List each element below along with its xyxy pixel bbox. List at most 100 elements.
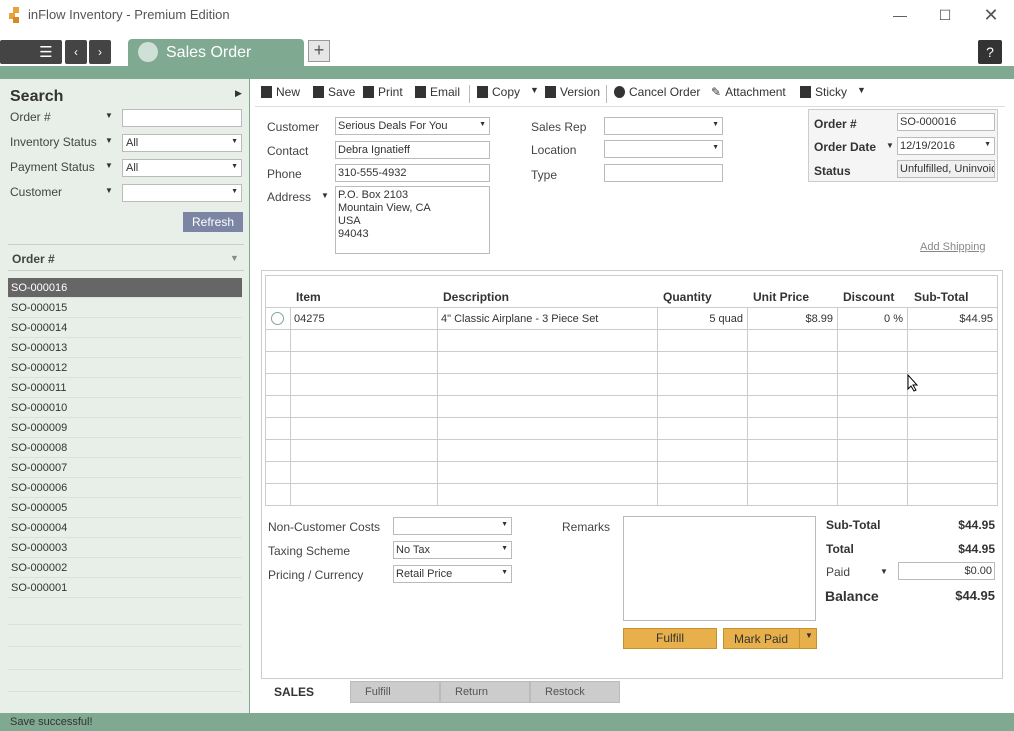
- back-button[interactable]: ‹: [65, 40, 87, 64]
- sticky-dropdown-icon[interactable]: ▼: [857, 85, 866, 95]
- inventory-status-select[interactable]: All ▼: [122, 134, 242, 152]
- taxing-scheme-select[interactable]: No Tax ▼: [393, 541, 512, 559]
- status-message: Save successful!: [10, 716, 93, 728]
- pricing-currency-select[interactable]: Retail Price ▼: [393, 565, 512, 583]
- address-caret-icon[interactable]: ▼: [321, 191, 329, 200]
- copy-dropdown-icon[interactable]: ▼: [530, 85, 539, 95]
- pricing-currency-label: Pricing / Currency: [268, 568, 364, 582]
- cell-quantity[interactable]: 5 quad: [661, 313, 743, 325]
- column-header-unit-price[interactable]: Unit Price: [753, 290, 809, 304]
- add-shipping-link[interactable]: Add Shipping: [920, 241, 985, 253]
- mark-paid-dropdown-icon[interactable]: ▼: [805, 631, 813, 640]
- collapse-panel-icon[interactable]: ▶: [235, 88, 242, 99]
- list-item[interactable]: SO-000015: [8, 298, 242, 318]
- list-item[interactable]: SO-000003: [8, 538, 242, 558]
- order-list-header[interactable]: Order # ▼: [8, 244, 244, 271]
- date-caret-icon[interactable]: ▼: [886, 141, 894, 150]
- list-item[interactable]: SO-000004: [8, 518, 242, 538]
- remarks-textarea[interactable]: [623, 516, 816, 621]
- taxing-scheme-value: No Tax: [396, 544, 431, 556]
- column-header-description[interactable]: Description: [443, 290, 509, 304]
- paid-input[interactable]: $0.00: [898, 562, 995, 580]
- caret-down-icon[interactable]: ▼: [105, 161, 113, 170]
- payment-status-select[interactable]: All ▼: [122, 159, 242, 177]
- mark-paid-button[interactable]: Mark Paid ▼: [723, 628, 817, 649]
- help-button[interactable]: ?: [978, 40, 1002, 64]
- list-item[interactable]: SO-000016: [8, 278, 242, 298]
- order-number-input[interactable]: [122, 109, 242, 127]
- order-number-label: Order #: [814, 117, 857, 131]
- subtotal-label: Sub-Total: [826, 518, 881, 532]
- column-header-quantity[interactable]: Quantity: [663, 290, 712, 304]
- filter-label-payment-status: Payment Status: [10, 160, 95, 174]
- new-document-icon: [261, 86, 272, 98]
- cell-description[interactable]: 4" Classic Airplane - 3 Piece Set: [441, 313, 598, 325]
- maximize-button[interactable]: ☐: [922, 0, 968, 30]
- hamburger-icon: ☰: [39, 44, 53, 61]
- tab-sales[interactable]: SALES: [262, 681, 350, 703]
- tab-fulfill[interactable]: Fulfill: [350, 681, 440, 703]
- list-item[interactable]: SO-000002: [8, 558, 242, 578]
- customer-filter-select[interactable]: ▼: [122, 184, 242, 202]
- caret-down-icon[interactable]: ▼: [105, 136, 113, 145]
- chevron-right-icon: ›: [98, 45, 102, 59]
- sales-rep-select[interactable]: ▼: [604, 117, 723, 135]
- list-item[interactable]: SO-000006: [8, 478, 242, 498]
- non-customer-costs-select[interactable]: ▼: [393, 517, 512, 535]
- paid-caret-icon[interactable]: ▼: [880, 567, 888, 576]
- order-list-header-label: Order #: [12, 252, 55, 266]
- list-item[interactable]: SO-000001: [8, 578, 242, 598]
- print-label: Print: [378, 85, 403, 99]
- cell-unit-price[interactable]: $8.99: [751, 313, 833, 325]
- save-button[interactable]: Save: [313, 85, 355, 99]
- type-input[interactable]: [604, 164, 723, 182]
- dropdown-arrow-icon: ▼: [479, 121, 486, 128]
- cell-item[interactable]: 04275: [294, 313, 325, 325]
- forward-button[interactable]: ›: [89, 40, 111, 64]
- close-button[interactable]: ✕: [968, 0, 1014, 30]
- tab-restock[interactable]: Restock: [530, 681, 620, 703]
- print-button[interactable]: Print: [363, 85, 403, 99]
- email-button[interactable]: Email: [415, 85, 460, 99]
- version-button[interactable]: Version: [545, 85, 600, 99]
- add-tab-button[interactable]: +: [308, 40, 330, 62]
- column-header-item[interactable]: Item: [296, 290, 321, 304]
- column-header-discount[interactable]: Discount: [843, 290, 894, 304]
- list-item[interactable]: SO-000009: [8, 418, 242, 438]
- order-date-picker[interactable]: 12/19/2016 ▼: [897, 137, 995, 155]
- customer-select[interactable]: Serious Deals For You ▼: [335, 117, 490, 135]
- copy-button[interactable]: Copy: [477, 85, 520, 99]
- tab-return[interactable]: Return: [440, 681, 530, 703]
- location-select[interactable]: ▼: [604, 140, 723, 158]
- caret-down-icon[interactable]: ▼: [105, 111, 113, 120]
- dropdown-arrow-icon: ▼: [231, 163, 238, 170]
- list-item[interactable]: SO-000013: [8, 338, 242, 358]
- menu-button[interactable]: ☰: [0, 40, 62, 64]
- refresh-button[interactable]: Refresh: [183, 212, 243, 232]
- list-item[interactable]: SO-000010: [8, 398, 242, 418]
- list-item[interactable]: SO-000012: [8, 358, 242, 378]
- attachment-button[interactable]: ✎ Attachment: [711, 85, 786, 99]
- column-header-subtotal[interactable]: Sub-Total: [914, 290, 968, 304]
- list-item[interactable]: SO-000014: [8, 318, 242, 338]
- contact-input[interactable]: Debra Ignatieff: [335, 141, 490, 159]
- fulfill-button[interactable]: Fulfill: [623, 628, 717, 649]
- phone-input[interactable]: 310-555-4932: [335, 164, 490, 182]
- list-item[interactable]: SO-000005: [8, 498, 242, 518]
- list-item[interactable]: SO-000007: [8, 458, 242, 478]
- new-button[interactable]: New: [261, 85, 300, 99]
- list-item[interactable]: SO-000011: [8, 378, 242, 398]
- sticky-button[interactable]: Sticky: [800, 85, 847, 99]
- sales-order-icon: [138, 42, 158, 62]
- caret-down-icon[interactable]: ▼: [105, 186, 113, 195]
- cell-discount[interactable]: 0 %: [841, 313, 903, 325]
- order-number-field[interactable]: SO-000016: [897, 113, 995, 131]
- cell-subtotal[interactable]: $44.95: [911, 313, 993, 325]
- type-label: Type: [531, 168, 558, 182]
- minimize-button[interactable]: —: [877, 0, 923, 30]
- cancel-order-button[interactable]: Cancel Order: [614, 85, 700, 99]
- list-item[interactable]: SO-000008: [8, 438, 242, 458]
- row-select-radio[interactable]: [271, 312, 284, 325]
- tab-sales-order[interactable]: Sales Order: [128, 39, 304, 67]
- address-textarea[interactable]: P.O. Box 2103 Mountain View, CA USA 9404…: [335, 186, 490, 254]
